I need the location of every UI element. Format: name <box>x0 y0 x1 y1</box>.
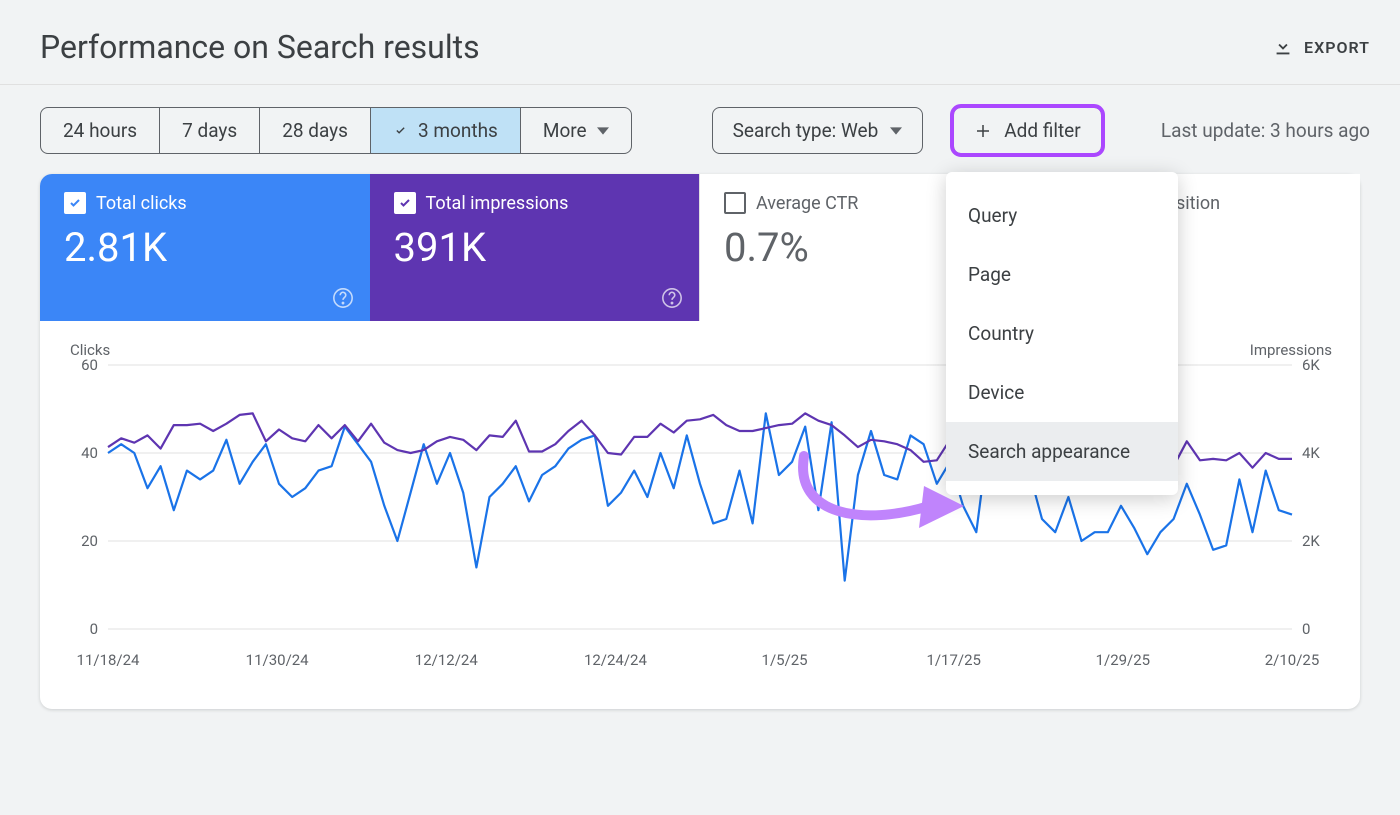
metric-value: 391K <box>394 224 676 271</box>
export-label: EXPORT <box>1304 38 1370 57</box>
plus-icon <box>974 122 992 140</box>
metric-value: 2.81K <box>64 224 346 271</box>
range-more[interactable]: More <box>521 108 631 153</box>
filter-menu-country[interactable]: Country <box>946 304 1178 363</box>
svg-text:6K: 6K <box>1302 359 1320 374</box>
page-title: Performance on Search results <box>40 28 480 66</box>
svg-text:11/18/24: 11/18/24 <box>77 651 141 669</box>
svg-text:2K: 2K <box>1302 532 1320 550</box>
checkbox-on-icon <box>394 192 416 214</box>
svg-text:20: 20 <box>81 532 98 550</box>
svg-text:1/29/25: 1/29/25 <box>1096 651 1151 669</box>
svg-text:11/30/24: 11/30/24 <box>246 651 310 669</box>
filter-menu-page[interactable]: Page <box>946 245 1178 304</box>
metric-card-total-impressions[interactable]: Total impressions 391K <box>370 174 700 321</box>
y-right-label: Impressions <box>1250 341 1332 359</box>
svg-text:4K: 4K <box>1302 444 1320 462</box>
range-7d[interactable]: 7 days <box>160 108 260 153</box>
chevron-down-icon <box>890 125 902 137</box>
metric-label: Total impressions <box>426 193 569 214</box>
range-24h[interactable]: 24 hours <box>41 108 160 153</box>
export-button[interactable]: EXPORT <box>1272 36 1370 58</box>
svg-text:60: 60 <box>81 359 98 374</box>
svg-text:2/10/25: 2/10/25 <box>1265 651 1320 669</box>
svg-text:12/12/24: 12/12/24 <box>415 651 479 669</box>
check-icon <box>393 125 408 136</box>
add-filter-button[interactable]: Add filter <box>953 107 1101 154</box>
filter-menu-query[interactable]: Query <box>946 186 1178 245</box>
svg-text:0: 0 <box>1302 620 1310 638</box>
svg-text:1/17/25: 1/17/25 <box>926 651 981 669</box>
metric-card-total-clicks[interactable]: Total clicks 2.81K <box>40 174 370 321</box>
add-filter-menu: QueryPageCountryDeviceSearch appearance <box>946 172 1178 495</box>
date-range-segmented: 24 hours 7 days 28 days 3 months More <box>40 107 632 154</box>
filter-menu-device[interactable]: Device <box>946 363 1178 422</box>
metric-label: Total clicks <box>96 193 187 214</box>
range-3m[interactable]: 3 months <box>371 108 521 153</box>
metric-label: Average CTR <box>756 193 858 214</box>
checkbox-on-icon <box>64 192 86 214</box>
chevron-down-icon <box>597 125 609 137</box>
last-update-text: Last update: 3 hours ago <box>1161 119 1370 142</box>
help-icon[interactable] <box>661 287 683 309</box>
range-28d[interactable]: 28 days <box>260 108 371 153</box>
svg-text:40: 40 <box>81 444 98 462</box>
help-icon[interactable] <box>332 287 354 309</box>
download-icon <box>1272 36 1294 58</box>
svg-text:1/5/25: 1/5/25 <box>762 651 808 669</box>
filter-menu-search-appearance[interactable]: Search appearance <box>946 422 1178 481</box>
svg-text:12/24/24: 12/24/24 <box>584 651 648 669</box>
y-left-label: Clicks <box>70 341 110 359</box>
search-type-select[interactable]: Search type: Web <box>712 107 924 154</box>
svg-text:0: 0 <box>90 620 98 638</box>
checkbox-off-icon <box>724 192 746 214</box>
